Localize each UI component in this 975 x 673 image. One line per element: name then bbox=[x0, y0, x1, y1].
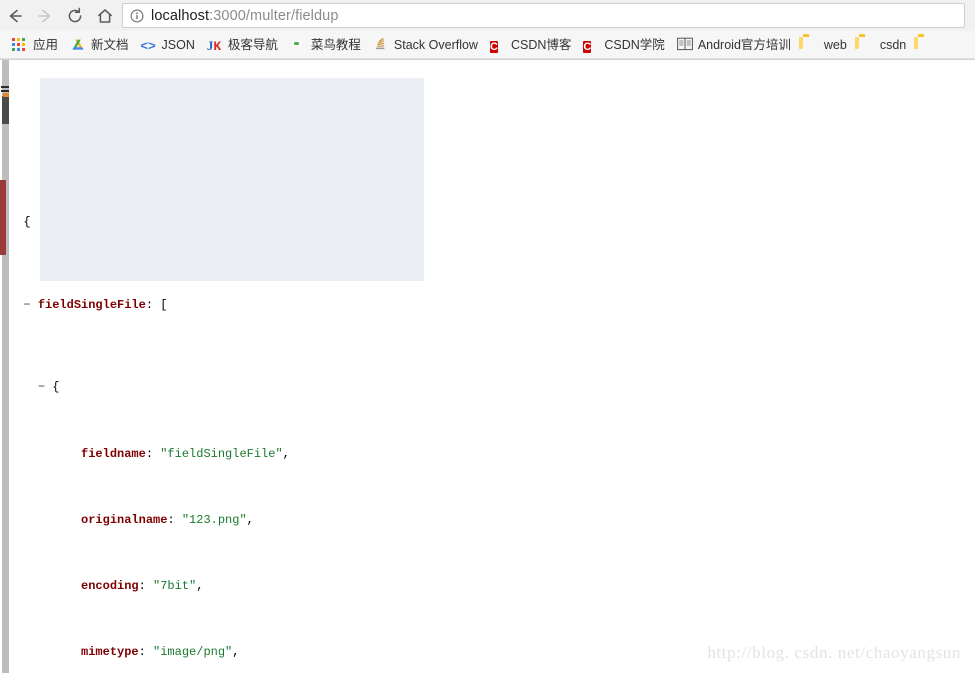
bookmark-label: Android官方培训 bbox=[697, 37, 791, 52]
json-key: fieldname bbox=[81, 446, 146, 461]
json-value: "123.png" bbox=[181, 512, 247, 527]
folder-icon bbox=[803, 37, 819, 53]
jk-icon: JK bbox=[206, 37, 222, 54]
home-icon bbox=[98, 8, 112, 23]
bookmark-folder-web[interactable]: web bbox=[797, 34, 853, 56]
collapse-toggle-fieldsinglefile[interactable]: − bbox=[23, 298, 30, 312]
runoob-icon bbox=[290, 37, 306, 53]
back-arrow-icon bbox=[9, 9, 22, 22]
bookmark-stack-overflow[interactable]: Stack Overflow bbox=[367, 34, 484, 56]
bookmark-csdn-college[interactable]: C CSDN学院 bbox=[577, 34, 670, 56]
browser-window: localhost:3000/multer/fieldup 应用 新文档 <> … bbox=[0, 0, 975, 673]
json-value: "7bit" bbox=[153, 578, 197, 593]
bookmark-folder-csdn[interactable]: csdn bbox=[853, 34, 912, 56]
json-key: encoding bbox=[81, 578, 139, 593]
obj-open-brace: { bbox=[52, 380, 60, 395]
forward-arrow-icon bbox=[38, 9, 51, 22]
json-line-originalname: originalname: "123.png", bbox=[81, 512, 254, 527]
url-host: localhost bbox=[151, 7, 210, 24]
root-open-brace: { bbox=[23, 214, 31, 229]
background-window-sliver bbox=[0, 60, 9, 673]
json-lines: { − fieldSingleFile: [ − { fieldname: "f… bbox=[9, 148, 975, 673]
apps-grid-icon bbox=[12, 37, 28, 53]
bookmark-label: 新文档 bbox=[91, 37, 129, 52]
bookmark-label: CSDN博客 bbox=[510, 37, 572, 52]
book-icon bbox=[676, 37, 693, 53]
browser-toolbar: localhost:3000/multer/fieldup bbox=[0, 0, 975, 31]
bookmark-geek-nav[interactable]: JK 极客导航 bbox=[201, 34, 284, 56]
csdn-icon: C bbox=[489, 40, 498, 53]
address-bar-url: localhost:3000/multer/fieldup bbox=[151, 7, 339, 25]
json-key: originalname bbox=[81, 512, 168, 527]
bookmark-folder-overflow[interactable] bbox=[912, 34, 945, 56]
bookmark-label: 应用 bbox=[33, 37, 59, 52]
bookmark-android-training[interactable]: Android官方培训 bbox=[671, 34, 797, 56]
browser-chrome: localhost:3000/multer/fieldup 应用 新文档 <> … bbox=[0, 0, 975, 60]
json-key: mimetype bbox=[81, 645, 139, 660]
address-bar[interactable]: localhost:3000/multer/fieldup bbox=[122, 3, 965, 28]
bookmark-label: web bbox=[823, 37, 847, 52]
bookmark-label: Stack Overflow bbox=[393, 37, 478, 52]
json-value: "image/png" bbox=[153, 645, 233, 660]
bookmark-json[interactable]: <> JSON bbox=[135, 34, 201, 56]
code-brackets-icon: <> bbox=[140, 37, 156, 53]
bookmark-label: 菜鸟教程 bbox=[310, 37, 361, 52]
reload-icon bbox=[68, 7, 82, 22]
bookmark-label: 极客导航 bbox=[227, 37, 278, 52]
page-content: { − fieldSingleFile: [ − { fieldname: "f… bbox=[0, 60, 975, 673]
folder-icon bbox=[859, 37, 875, 53]
bookmark-new-doc[interactable]: 新文档 bbox=[64, 34, 135, 56]
json-value: "fieldSingleFile" bbox=[160, 446, 283, 461]
json-line-fieldsinglefile: − fieldSingleFile: [ bbox=[23, 297, 168, 312]
back-button[interactable] bbox=[0, 1, 30, 31]
bookmark-label: JSON bbox=[161, 37, 195, 52]
forward-button[interactable] bbox=[30, 1, 60, 31]
bookmark-apps[interactable]: 应用 bbox=[6, 34, 64, 56]
json-line-root-open: { bbox=[9, 214, 975, 231]
json-line-mimetype: mimetype: "image/png", bbox=[81, 645, 240, 660]
home-button[interactable] bbox=[90, 1, 120, 31]
google-drive-icon bbox=[70, 37, 86, 53]
json-viewer: { − fieldSingleFile: [ − { fieldname: "f… bbox=[9, 60, 975, 673]
json-line-single-obj-open: − { bbox=[9, 379, 975, 396]
collapse-toggle-single-item[interactable]: − bbox=[38, 380, 45, 394]
info-circle-icon[interactable] bbox=[130, 9, 144, 23]
csdn-icon: C bbox=[583, 40, 592, 53]
json-line-fieldname: fieldname: "fieldSingleFile", bbox=[81, 446, 290, 461]
url-path: :3000/multer/fieldup bbox=[209, 7, 339, 24]
folder-icon bbox=[918, 37, 934, 53]
json-line-encoding: encoding: "7bit", bbox=[81, 578, 204, 593]
bookmark-runoob[interactable]: 菜鸟教程 bbox=[284, 34, 367, 56]
stack-overflow-icon bbox=[373, 37, 389, 53]
reload-button[interactable] bbox=[60, 1, 90, 31]
bookmark-label: csdn bbox=[879, 37, 907, 52]
bookmarks-bar: 应用 新文档 <> JSON JK 极客导航 菜鸟教程 Stack Overfl… bbox=[0, 31, 975, 59]
json-key: fieldSingleFile bbox=[37, 297, 146, 312]
bookmark-label: CSDN学院 bbox=[604, 37, 665, 52]
bookmark-csdn-blog[interactable]: C CSDN博客 bbox=[484, 34, 577, 56]
